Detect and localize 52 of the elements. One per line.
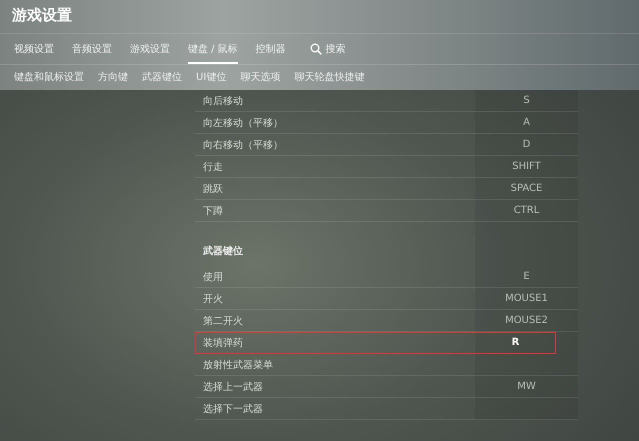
action-label: 下蹲	[202, 204, 224, 218]
key-binding: MOUSE1	[504, 293, 549, 304]
settings-tab[interactable]: 音频设置	[72, 34, 112, 64]
key-binding: R	[510, 337, 520, 348]
key-binding: D	[522, 139, 532, 150]
subtab-link[interactable]: UI键位	[196, 70, 226, 84]
keybind-row[interactable]: 向左移动（平移） A	[195, 112, 578, 134]
highlighted-row[interactable]: 装填弹药 R	[195, 332, 556, 354]
key-binding: SHIFT	[511, 161, 542, 172]
action-label: 放射性武器菜单	[202, 358, 274, 372]
key-binding: MW	[516, 381, 537, 392]
action-label: 向后移动	[202, 94, 244, 108]
action-label: 装填弹药	[202, 336, 244, 350]
key-binding: SPACE	[510, 183, 544, 194]
keybind-row[interactable]: 下蹲 CTRL	[195, 200, 578, 222]
search-button[interactable]: 搜索	[310, 42, 346, 56]
subtab-link[interactable]: 武器键位	[142, 70, 182, 84]
subtab-link[interactable]: 键盘和鼠标设置	[14, 70, 84, 84]
window-title: 游戏设置	[11, 5, 73, 26]
keybind-row[interactable]: 使用 E	[195, 266, 578, 288]
settings-tab[interactable]: 视频设置	[14, 34, 54, 64]
search-icon	[310, 43, 322, 55]
section-title: 武器键位	[202, 244, 244, 259]
subtab-link[interactable]: 方向键	[98, 70, 128, 84]
keybind-row[interactable]: 向后移动 S	[195, 90, 578, 112]
action-label: 向右移动（平移）	[202, 138, 284, 152]
action-label: 第二开火	[202, 314, 244, 328]
keybind-row[interactable]: 开火 MOUSE1	[195, 288, 578, 310]
key-binding: MOUSE2	[504, 315, 549, 326]
key-binding: CTRL	[512, 205, 540, 216]
keybind-row[interactable]: 选择下一武器	[195, 398, 578, 420]
action-label: 选择上一武器	[202, 380, 264, 394]
keybind-row[interactable]: 行走 SHIFT	[195, 156, 578, 178]
settings-tab[interactable]: 控制器	[256, 34, 286, 64]
keybind-row[interactable]: 跳跃 SPACE	[195, 178, 578, 200]
keybind-row[interactable]: 向右移动（平移） D	[195, 134, 578, 156]
keybind-row[interactable]: 放射性武器菜单	[195, 354, 578, 376]
action-label: 行走	[202, 160, 224, 174]
keybind-row[interactable]: 选择上一武器 MW	[195, 376, 578, 398]
action-label: 跳跃	[202, 182, 224, 196]
action-label: 开火	[202, 292, 224, 306]
settings-tab[interactable]: 键盘 / 鼠标	[188, 34, 238, 64]
settings-tab[interactable]: 游戏设置	[130, 34, 170, 64]
subtab-link[interactable]: 聊天轮盘快捷键	[294, 70, 364, 84]
keybind-row[interactable]: 第二开火 MOUSE2	[195, 310, 578, 332]
action-label: 选择下一武器	[202, 402, 264, 416]
key-binding: S	[522, 95, 531, 106]
action-label: 使用	[202, 270, 224, 284]
action-label: 向左移动（平移）	[202, 116, 284, 130]
subtab-link[interactable]: 聊天选项	[240, 70, 280, 84]
key-binding: E	[522, 271, 531, 282]
key-binding: A	[522, 117, 531, 128]
